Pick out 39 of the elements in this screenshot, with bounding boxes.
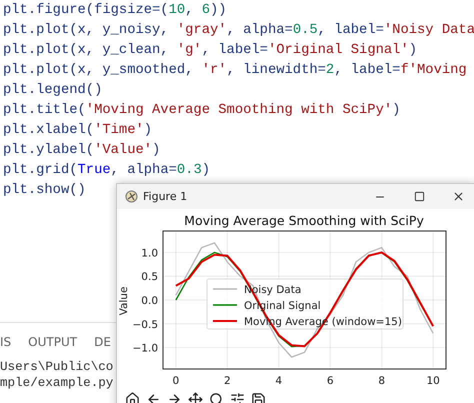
move-icon[interactable]	[188, 392, 203, 403]
y-axis-label: Value	[118, 286, 130, 316]
panel-tab[interactable]: OUTPUT	[28, 335, 78, 359]
code-line: plt.legend()	[3, 82, 102, 100]
home-icon[interactable]	[125, 392, 140, 403]
code-line: plt.show()	[3, 182, 86, 200]
y-tick-label: 1.0	[141, 247, 158, 260]
code-line: plt.title('Moving Average Smoothing with SciPy')	[3, 102, 400, 120]
x-tick-label: 6	[326, 375, 334, 387]
code-line: plt.xlabel('Time')	[3, 122, 152, 140]
sliders-icon[interactable]	[230, 392, 245, 403]
terminal-line: Users\Public\co	[0, 359, 114, 375]
save-icon[interactable]	[251, 392, 266, 403]
line-series	[175, 242, 434, 358]
y-tick-label: −1.0	[132, 342, 158, 355]
x-tick-label: 0	[172, 375, 180, 387]
code-line: plt.figure(figsize=(10, 6))	[3, 2, 227, 20]
x-tick-label: 4	[275, 375, 282, 387]
code-line: plt.grid(True, alpha=0.3)	[3, 162, 210, 180]
x-tick-label: 2	[224, 375, 231, 387]
terminal-line: mple/example.py	[0, 375, 114, 391]
close-icon[interactable]	[452, 190, 464, 203]
window-title: Figure 1	[143, 190, 188, 203]
panel-tab[interactable]: DE	[94, 335, 111, 359]
y-tick-label: 0.5	[141, 271, 158, 284]
y-tick-label: −0.5	[132, 318, 158, 331]
back-arrow-icon[interactable]	[146, 392, 161, 403]
x-tick-label: 8	[378, 375, 386, 387]
maximize-icon[interactable]	[414, 191, 424, 202]
zoom-icon[interactable]	[209, 392, 224, 403]
app-icon	[125, 190, 138, 203]
code-line: plt.plot(x, y_smoothed, 'r', linewidth=2, label=f'Moving	[3, 62, 467, 80]
code-line: plt.ylabel('Value')	[3, 142, 160, 160]
code-line: plt.plot(x, y_clean, 'g', label='Original Signal')	[3, 42, 418, 60]
y-tick-label: 0.0	[141, 295, 158, 307]
x-tick-label: 10	[426, 375, 440, 387]
chart-title: Moving Average Smoothing with SciPy	[184, 213, 424, 228]
forward-arrow-icon[interactable]	[167, 392, 182, 403]
panel-tab[interactable]: IS	[0, 335, 12, 359]
